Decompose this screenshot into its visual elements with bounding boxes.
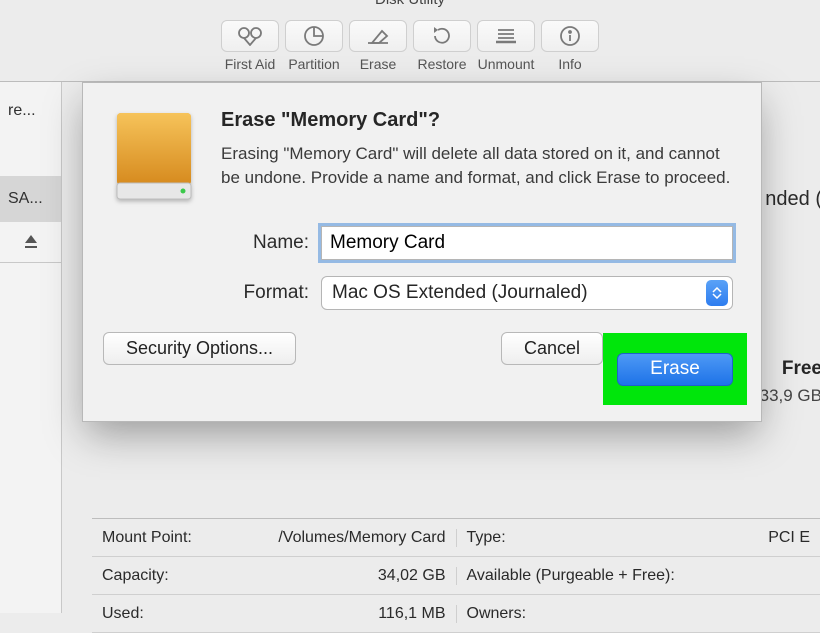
toolbar-label: Partition <box>288 56 339 72</box>
first-aid-icon <box>221 20 279 52</box>
tutorial-highlight: Erase <box>603 333 747 405</box>
info-val: /Volumes/Memory Card <box>278 529 445 547</box>
erase-dialog: Erase "Memory Card"? Erasing "Memory Car… <box>82 82 762 422</box>
free-space-value: 33,9 GB <box>760 386 820 406</box>
sidebar-item[interactable]: re... <box>0 88 61 134</box>
dialog-message: Erasing "Memory Card" will delete all da… <box>221 142 733 190</box>
unmount-icon <box>477 20 535 52</box>
toolbar-label: Restore <box>417 56 466 72</box>
table-row: Used: 116,1 MB Owners: <box>92 595 820 633</box>
sidebar-item[interactable]: SA... <box>0 176 61 222</box>
info-key: Capacity: <box>102 567 169 585</box>
toolbar-item-restore[interactable]: Restore <box>413 20 471 72</box>
info-icon <box>541 20 599 52</box>
security-options-button[interactable]: Security Options... <box>103 332 296 365</box>
drive-icon <box>111 109 201 210</box>
toolbar-label: Info <box>558 56 581 72</box>
toolbar-item-unmount[interactable]: Unmount <box>477 20 535 72</box>
window-title: Disk Utility <box>0 0 820 14</box>
format-value: Mac OS Extended (Journaled) <box>332 282 588 304</box>
chevron-up-down-icon <box>706 280 728 306</box>
info-key: Owners: <box>467 605 527 623</box>
info-val: PCI E <box>768 529 810 547</box>
table-row: Capacity: 34,02 GB Available (Purgeable +… <box>92 557 820 595</box>
toolbar: First Aid Partition Erase Restore Unmoun… <box>0 14 820 82</box>
info-key: Used: <box>102 605 144 623</box>
name-input[interactable] <box>321 226 733 260</box>
free-space-label: Free <box>782 358 820 380</box>
toolbar-item-first-aid[interactable]: First Aid <box>221 20 279 72</box>
format-select[interactable]: Mac OS Extended (Journaled) <box>321 276 733 310</box>
info-val: 34,02 GB <box>378 567 446 585</box>
sidebar-item-label: SA... <box>8 190 43 207</box>
eject-button[interactable] <box>0 222 61 263</box>
info-table: Mount Point: /Volumes/Memory Card Type: PC… <box>92 518 820 633</box>
table-row: Mount Point: /Volumes/Memory Card Type: PC… <box>92 519 820 557</box>
partition-icon <box>285 20 343 52</box>
dialog-title: Erase "Memory Card"? <box>221 109 733 132</box>
info-key: Available (Purgeable + Free): <box>467 567 675 585</box>
format-label: Format: <box>213 282 309 304</box>
toolbar-label: Erase <box>360 56 397 72</box>
info-key: Mount Point: <box>102 529 192 547</box>
restore-icon <box>413 20 471 52</box>
volume-format-fragment: nded ( <box>765 188 820 211</box>
sidebar: re... SA... <box>0 82 62 613</box>
toolbar-label: First Aid <box>225 56 276 72</box>
eject-icon <box>23 234 39 250</box>
sidebar-item-label: re... <box>8 102 36 119</box>
toolbar-item-partition[interactable]: Partition <box>285 20 343 72</box>
cancel-button[interactable]: Cancel <box>501 332 603 365</box>
info-key: Type: <box>467 529 506 547</box>
erase-button[interactable]: Erase <box>617 353 733 386</box>
name-label: Name: <box>213 232 309 254</box>
toolbar-item-erase[interactable]: Erase <box>349 20 407 72</box>
toolbar-item-info[interactable]: Info <box>541 20 599 72</box>
erase-icon <box>349 20 407 52</box>
toolbar-label: Unmount <box>478 56 535 72</box>
info-val: 116,1 MB <box>378 605 445 623</box>
